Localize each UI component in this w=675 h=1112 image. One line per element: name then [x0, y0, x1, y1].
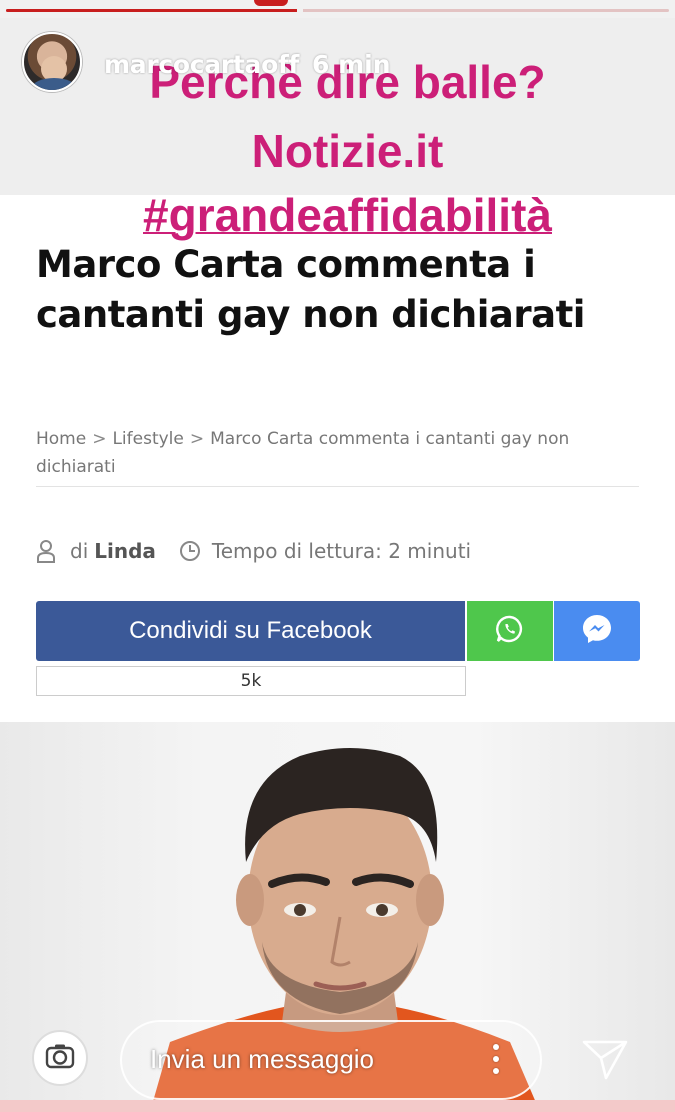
article-title-line2: cantanti gay non dichiarati: [36, 293, 585, 336]
breadcrumb: Home > Lifestyle > Marco Carta commenta i ca…: [36, 425, 636, 481]
story-caption-line2: Notizie.it: [251, 125, 444, 177]
send-icon[interactable]: [580, 1036, 630, 1086]
author-name[interactable]: Linda: [94, 539, 156, 563]
breadcrumb-divider: [36, 486, 639, 487]
message-placeholder[interactable]: Invia un messaggio: [150, 1044, 374, 1075]
dot: [493, 1068, 499, 1074]
camera-button[interactable]: [32, 1030, 88, 1086]
bottom-edge-strip: [0, 1100, 675, 1112]
camera-icon: [45, 1043, 75, 1073]
dot: [493, 1056, 499, 1062]
story-progress-track: [6, 9, 669, 12]
breadcrumb-current-line1: Marco Carta commenta i cantanti gay non: [210, 429, 570, 449]
article-meta: di Linda Tempo di lettura: 2 minuti: [36, 536, 471, 566]
progress-segment-gap: [297, 8, 303, 13]
article-title-line1: Marco Carta commenta i: [36, 243, 536, 286]
story-username[interactable]: marcocartaoff: [104, 50, 299, 79]
article-title: Marco Carta commenta i cantanti gay non …: [36, 240, 636, 340]
clock-icon: [179, 541, 200, 561]
more-vertical-icon[interactable]: [493, 1044, 501, 1074]
whatsapp-share-button[interactable]: [467, 601, 553, 661]
story-caption-hashtag[interactable]: #grandeaffidabilità: [10, 188, 675, 242]
hashtag-text[interactable]: #grandeaffidabilità: [143, 189, 552, 241]
breadcrumb-separator: >: [189, 429, 205, 449]
story-time-ago: 6 min: [312, 50, 391, 79]
share-buttons: Condividi su Facebook: [36, 601, 640, 661]
breadcrumb-current-line2: dichiarati: [36, 457, 116, 477]
breadcrumb-separator: >: [92, 429, 107, 449]
reading-time: Tempo di lettura: 2 minuti: [211, 539, 472, 563]
share-count: 5k: [36, 666, 466, 696]
story-progress-strip: [0, 0, 675, 18]
user-icon: [36, 539, 56, 563]
dot: [493, 1044, 499, 1050]
breadcrumb-home[interactable]: Home: [36, 429, 86, 449]
story-progress-fill: [6, 9, 298, 12]
facebook-share-button[interactable]: Condividi su Facebook: [36, 601, 465, 661]
breadcrumb-category[interactable]: Lifestyle: [112, 429, 183, 449]
author-prefix: di: [70, 539, 89, 563]
messenger-icon: [580, 612, 614, 650]
whatsapp-icon: [495, 614, 525, 648]
story-progress-cap: [254, 0, 288, 6]
messenger-share-button[interactable]: [554, 601, 640, 661]
